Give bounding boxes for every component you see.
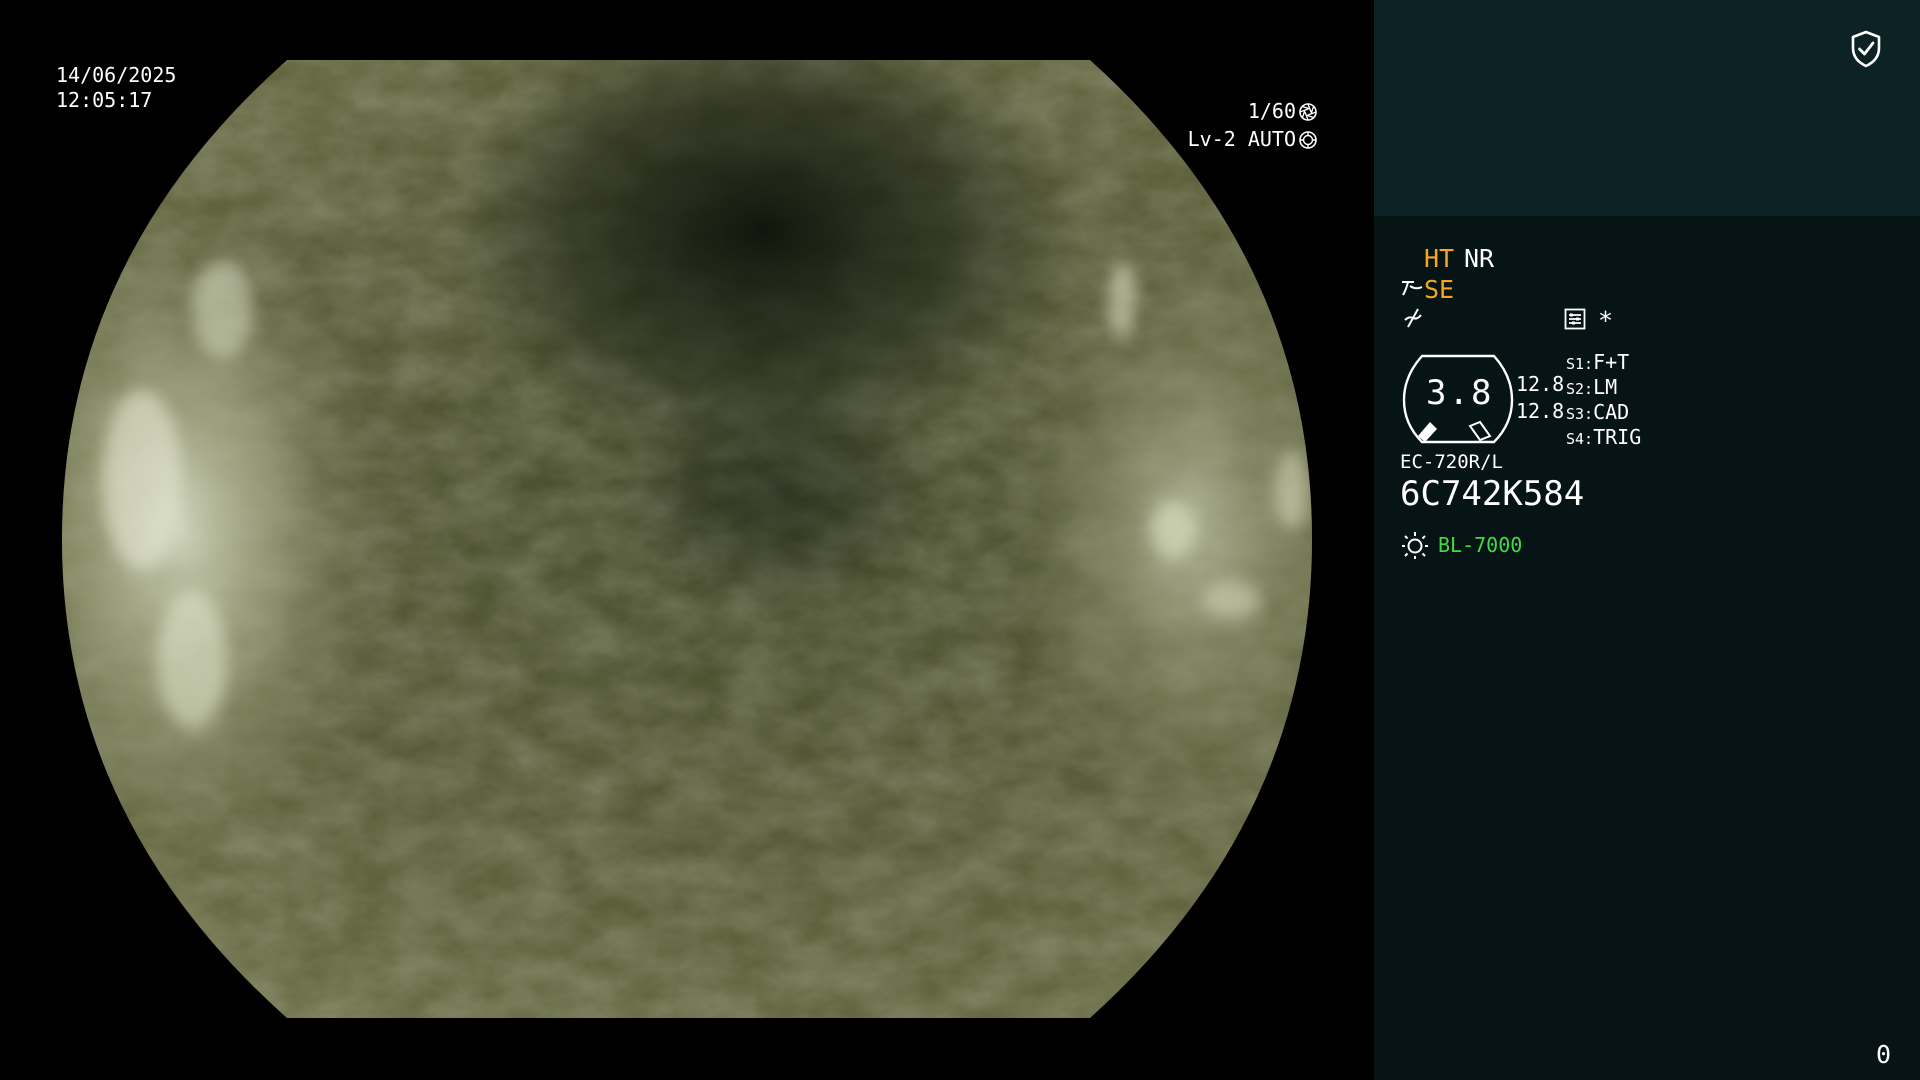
- mode-ht: HT: [1424, 244, 1455, 273]
- scope-model: EC-720R/L: [1400, 451, 1503, 473]
- switch-key: S1:: [1566, 355, 1594, 373]
- iris-icon: [1299, 130, 1317, 149]
- iris-readout: Lv-2 AUTO: [1188, 127, 1318, 152]
- shield-check-icon: [1851, 30, 1881, 68]
- switch-item: S1: F+T: [1566, 350, 1641, 375]
- mode-nr: NR: [1464, 244, 1495, 273]
- color-enhance-icon: [1404, 308, 1422, 328]
- shutter-readout: 1/60: [1248, 99, 1318, 124]
- switch-key: S4:: [1566, 430, 1594, 448]
- mode-se: SE: [1424, 275, 1455, 304]
- switch-item: S2: LM: [1566, 375, 1641, 400]
- switch-value: LM: [1593, 375, 1618, 399]
- switch-item: S4: TRIG: [1566, 425, 1641, 450]
- zoom-value: 3.8: [1426, 373, 1494, 413]
- time-label: 12:05:17: [56, 88, 153, 112]
- shutter-value: 1/60: [1247, 99, 1296, 123]
- frame-counter: 0: [1876, 1040, 1892, 1069]
- status-panel: HT NR SE * 3.8 12.8 12.8 S1: F+T S2: LM …: [1374, 216, 1920, 1080]
- list-settings-icon: [1564, 308, 1586, 330]
- endoscope-view: [62, 60, 1312, 1018]
- panel-header: [1374, 0, 1920, 216]
- scope-serial: 6C742K584: [1400, 474, 1585, 514]
- endoscope-image: [62, 60, 1312, 1018]
- asterisk-indicator: *: [1598, 306, 1614, 335]
- switch-list: S1: F+T S2: LM S3: CAD S4: TRIG: [1566, 350, 1641, 450]
- aperture-icon: [1299, 102, 1317, 121]
- sharpen-icon: [1402, 281, 1423, 296]
- iris-value: Lv-2 AUTO: [1187, 127, 1296, 151]
- switch-value: TRIG: [1593, 425, 1642, 449]
- switch-value: CAD: [1593, 400, 1630, 424]
- scale-bottom: 12.8: [1516, 399, 1565, 423]
- date-label: 14/06/2025: [56, 63, 177, 87]
- endoscopy-monitor: 14/06/2025 12:05:17 1/60 Lv-2 AUTO HT NR: [0, 0, 1920, 1080]
- switch-key: S2:: [1566, 380, 1594, 398]
- switch-key: S3:: [1566, 405, 1594, 423]
- switch-value: F+T: [1593, 350, 1630, 374]
- sun-icon: [1402, 532, 1428, 559]
- switch-item: S3: CAD: [1566, 400, 1641, 425]
- light-source: BL-7000: [1438, 533, 1523, 557]
- scale-top: 12.8: [1516, 372, 1565, 396]
